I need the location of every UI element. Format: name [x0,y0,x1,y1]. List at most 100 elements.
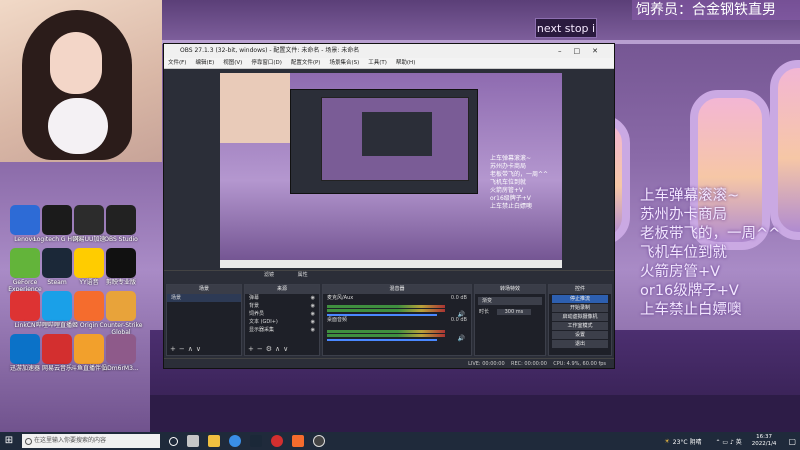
weather-text[interactable]: 23°C 阴晴 [673,437,702,446]
train-door-window [770,60,800,240]
obs-window[interactable]: OBS 27.1.3 (32-bit, windows) - 配置文件: 未命名… [163,43,615,369]
desktop-app-icon[interactable] [106,248,136,278]
notification-icon[interactable]: ▢ [788,437,796,446]
obs-docks: 滤镜 属性 场景 场景 +−∧∨ 来源 弹幕 ◉ 背景 ◉ 饲养员 ◉ 文本 (GDI+) ◉… [164,270,614,358]
danmaku-line: 苏州办卡商局 [640,207,727,223]
task-view-icon[interactable] [187,435,199,447]
desktop-app-icon[interactable] [106,334,136,364]
obs-menu-item[interactable]: 停靠窗口(D) [251,58,282,68]
obs-titlebar[interactable]: OBS 27.1.3 (32-bit, windows) - 配置文件: 未命名… [164,44,614,58]
obs-control-button[interactable]: 退出 [552,340,608,348]
preview-nested-desktop [321,97,469,181]
obs-menu-item[interactable]: 配置文件(P) [291,58,321,68]
obs-control-button[interactable]: 启动虚拟摄像机 [552,313,608,321]
live-status: LIVE: 00:00:00 [468,361,505,367]
obs-control-button[interactable]: 设置 [552,331,608,339]
audio-meter [327,330,445,333]
mute-icon[interactable]: 🔊 [458,335,465,342]
chrome-icon[interactable] [229,435,241,447]
cortana-icon[interactable] [169,436,178,446]
obs-menubar[interactable]: 文件(F) 编辑(E) 视图(V) 停靠窗口(D) 配置文件(P) 场景集合(S) 工具(T… [164,58,614,69]
tab-properties[interactable]: 属性 [298,272,308,278]
clock[interactable]: 16:37 2022/1/4 [752,434,777,448]
visibility-eye-icon[interactable]: ◉ [311,302,315,310]
source-item[interactable]: 文本 (GDI+) ◉ [245,318,319,326]
obs-menu-item[interactable]: 帮助(H) [396,58,415,68]
obs-filter-tabs: 滤镜 属性 [164,271,614,280]
preview-danmaku-line: 上车弹幕滚滚~ [490,155,532,162]
desktop-app-icon[interactable] [74,248,104,278]
obs-control-button[interactable]: 停止推流 [552,295,608,303]
source-item[interactable]: 弹幕 ◉ [245,294,319,302]
desktop-app-icon[interactable] [106,291,136,321]
obs-preview[interactable]: 上车弹幕滚滚~ 苏州办卡商局 老板带飞的，一周^^ 飞机车位到就 火箭房管+V or16级… [220,73,562,268]
source-item[interactable]: 饲养员 ◉ [245,310,319,318]
transition-select[interactable]: 渐变 [478,297,542,305]
desktop-app-icon[interactable] [74,205,104,235]
visibility-eye-icon[interactable]: ◉ [311,310,315,318]
cpu-status: CPU: 4.9%, 60.00 fps [553,361,606,367]
preview-danmaku-line: 上车禁止白嫖噢 [490,203,533,210]
danmaku-line: 上车禁止白嫖噢 [640,302,742,318]
transition-duration: 时长 300 ms [475,308,545,316]
audio-meter [327,309,445,312]
netease-music-icon[interactable] [271,435,283,447]
file-explorer-icon[interactable] [208,435,220,447]
obs-menu-item[interactable]: 编辑(E) [195,58,214,68]
desktop-app-icon[interactable] [106,205,136,235]
preview-danmaku-line: 老板带飞的，一周^^ [490,171,549,178]
scenes-dock: 场景 场景 +−∧∨ [166,284,242,356]
desktop: next stop i Lenovo GeForce Experience Link… [0,0,800,450]
obs-menu-item[interactable]: 工具(T) [368,58,387,68]
mixer-track-name: 桌面音频 [327,317,348,323]
desktop-app-icon[interactable] [42,334,72,364]
desktop-app-icon[interactable] [10,291,40,321]
duration-label: 时长 [479,309,490,315]
volume-slider[interactable] [327,339,437,341]
obs-menu-item[interactable]: 文件(F) [168,58,186,68]
mixer-track-mic: 麦克风/Aux 0.0 dB [323,294,471,302]
visibility-eye-icon[interactable]: ◉ [311,326,315,334]
audio-meter [327,334,445,337]
source-item-label: 显示器采集 [249,327,275,333]
taskbar-search[interactable]: 在这里输入你要搜索的内容 [22,434,160,448]
duration-input[interactable]: 300 ms [496,309,532,315]
tab-filters[interactable]: 滤镜 [264,272,274,278]
source-item[interactable]: 背景 ◉ [245,302,319,310]
obs-menu-item[interactable]: 场景集合(S) [329,58,359,68]
desktop-app-icon[interactable] [10,334,40,364]
source-item[interactable]: 显示器采集 ◉ [245,326,319,334]
obs-control-button[interactable]: 开始录制 [552,304,608,312]
mixer-dock-title: 混音器 [323,285,471,294]
rec-status: REC: 00:00:00 [511,361,547,367]
visibility-eye-icon[interactable]: ◉ [311,318,315,326]
windows-start-icon[interactable]: ⊞ [0,432,18,450]
mixer-track-db: 0.0 dB [450,295,467,301]
desktop-app-icon[interactable] [10,205,40,235]
desktop-app-icon[interactable] [42,291,72,321]
train-floor [150,395,800,435]
scenes-toolbar[interactable]: +−∧∨ [170,345,204,353]
danmaku-line: or16级牌子+V [640,283,739,299]
sources-toolbar[interactable]: +−⚙∧∨ [248,345,291,353]
preview-danmaku-line: 飞机车位到就 [490,179,527,186]
obs-menu-item[interactable]: 视图(V) [223,58,242,68]
visibility-eye-icon[interactable]: ◉ [311,294,315,302]
source-list: 弹幕 ◉ 背景 ◉ 饲养员 ◉ 文本 (GDI+) ◉ 显示器采集 ◉ [245,294,319,334]
obs-control-button[interactable]: 工作室模式 [552,322,608,330]
desktop-app-icon[interactable] [42,248,72,278]
window-controls[interactable]: –□✕ [558,44,610,58]
desktop-app-icon[interactable] [42,205,72,235]
preview-nested-obs [290,89,478,194]
desktop-app-icon[interactable] [10,248,40,278]
origin-icon[interactable] [292,435,304,447]
plush-toy [48,98,108,154]
source-item-label: 饲养员 [249,311,265,317]
tray-icons[interactable]: ⌃ ▭ ♪ 英 [715,437,741,446]
scene-item[interactable]: 场景 [167,294,241,302]
mute-icon[interactable]: 🔊 [458,311,465,318]
obs-taskbar-icon[interactable] [313,435,325,447]
obs-title: OBS 27.1.3 (32-bit, windows) - 配置文件: 未命名… [180,47,360,54]
desktop-app-icon[interactable] [74,291,104,321]
steam-icon[interactable] [250,435,262,447]
